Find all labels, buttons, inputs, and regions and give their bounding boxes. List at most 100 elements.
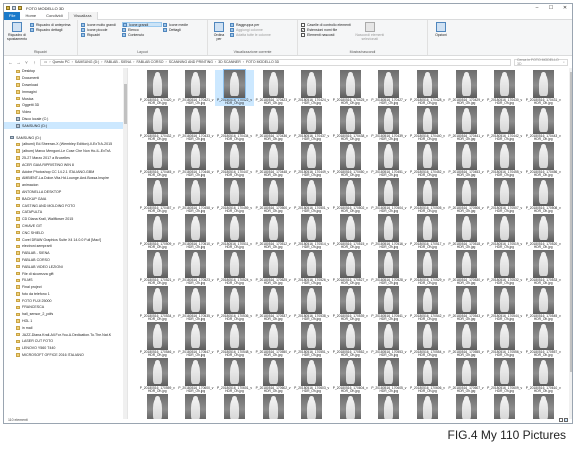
nav-item-folder[interactable]: 25-27 Marzo 2017 a Bruxelles [4,155,127,162]
content-scrollbar-thumb[interactable] [569,72,572,372]
layout-content[interactable]: Contenuto [122,32,162,37]
nav-item-folder[interactable]: JAZZ-Diana.Krall-All.For.You.A.Dedicatio… [4,331,127,338]
file-item[interactable]: P_20180516_170502_vHDR_On.jpg [331,178,370,214]
file-item[interactable]: P_20180516_170521_vHDR_On.jpg [138,250,177,286]
file-item[interactable]: P_20180516_170456_vHDR_On.jpg [524,142,563,178]
nav-item-folder[interactable]: File di sicurezza gift [4,270,127,277]
layout-tiles[interactable]: Riquadri [81,32,121,37]
file-item[interactable]: P_20180516_170525_vHDR_On.jpg [254,250,293,286]
file-item[interactable]: P_20180516_170519_vHDR_On.jpg [485,214,524,250]
file-item[interactable]: P_20180516_170421_vHDR_On.jpg [177,70,216,106]
nav-item-quick[interactable]: SAMSUNG (D:) [4,122,127,130]
file-item[interactable]: P_20180516_170431_vHDR_On.jpg [524,70,563,106]
file-item[interactable]: P_20180516_170554_vHDR_On.jpg [408,322,447,358]
file-item[interactable]: P_20180516_170508_vHDR_On.jpg [524,178,563,214]
tab-view[interactable]: Visualizza [67,11,98,20]
file-item[interactable]: P_20180516_170432_vHDR_On.jpg [138,106,177,142]
details-view-icon[interactable] [559,418,563,422]
file-item[interactable]: P_20180516_170512_vHDR_On.jpg [254,214,293,250]
file-item[interactable]: P_20180516_170621_vHDR_On.jpg [485,394,524,419]
file-item[interactable]: P_20180516_170453_vHDR_On.jpg [447,142,486,178]
file-item[interactable]: P_20180516_170429_vHDR_On.jpg [447,70,486,106]
nav-item-folder[interactable]: FOTO FUJI 25000 [4,297,127,304]
nav-item-folder[interactable]: Corel DRAW Graphics Suite X4 14.0.0 Full… [4,236,127,243]
nav-item-folder[interactable]: LASER CUT FOTO [4,338,127,345]
file-item[interactable]: P_20180516_170448_vHDR_On.jpg [254,142,293,178]
details-pane-button[interactable]: Riquadro dettagli [30,27,70,32]
breadcrumb-item[interactable]: SCANNING AND PRINTING [169,60,213,64]
file-item[interactable]: P_20180516_170446_vHDR_On.jpg [177,142,216,178]
item-checkboxes-toggle[interactable]: Caselle di controllo elementi [301,22,351,27]
tab-home[interactable]: Home [20,12,41,20]
recent-chevron-icon[interactable]: ˅ [24,60,29,65]
file-item[interactable]: P_20180516_170547_vHDR_On.jpg [177,322,216,358]
nav-item-folder[interactable]: HGL 1 [4,318,127,325]
file-item[interactable]: P_20180516_170510_vHDR_On.jpg [177,214,216,250]
file-item[interactable]: P_20180516_170604_vHDR_On.jpg [331,358,370,394]
file-item[interactable]: P_20180516_170515_vHDR_On.jpg [331,214,370,250]
fit-columns-button[interactable]: Adatta tutte le colonne [230,32,271,37]
file-item[interactable]: P_20180516_170420_vHDR_On.jpg [138,70,177,106]
file-item[interactable]: P_20180516_170523_vHDR_On.jpg [177,250,216,286]
file-item[interactable]: P_20180516_170528_vHDR_On.jpg [370,250,409,286]
nav-item-quick[interactable]: Immagini [4,88,127,95]
nav-item-quick[interactable]: Desktop [4,68,127,75]
file-item[interactable]: P_20180516_170553_vHDR_On.jpg [370,322,409,358]
tab-file[interactable]: File [4,11,21,20]
breadcrumb-item[interactable]: FABLAB - SIENA [104,60,131,64]
file-item[interactable]: P_20180516_170616_vHDR_On.jpg [331,394,370,419]
nav-item-folder[interactable]: LENOVO Y560 T440 [4,345,127,352]
file-item[interactable]: P_20180516_170425_vHDR_On.jpg [331,70,370,106]
nav-item-folder[interactable]: (albumi) Ed.Sheeran-X (Wembley Edition)-… [4,141,127,148]
file-item[interactable]: P_20180516_170506_vHDR_On.jpg [447,178,486,214]
close-button[interactable]: ✕ [558,4,572,12]
forward-arrow-icon[interactable]: → [16,60,21,65]
file-item[interactable]: P_20180516_170504_vHDR_On.jpg [370,178,409,214]
file-item[interactable]: P_20180516_170501_vHDR_On.jpg [292,178,331,214]
file-item[interactable]: P_20180516_170451_vHDR_On.jpg [370,142,409,178]
nav-item-quick[interactable]: Video [4,109,127,116]
file-item[interactable]: P_20180516_170541_vHDR_On.jpg [370,286,409,322]
nav-item-folder[interactable]: hall_sensor_2_pdfs [4,311,127,318]
nav-item-folder[interactable]: foto da telefono 1 [4,291,127,298]
hide-selected-button[interactable]: Nascondi elementi selezionati [355,22,385,41]
file-item[interactable]: P_20180516_170440_vHDR_On.jpg [408,106,447,142]
nav-item-folder[interactable]: CASTING AND MOLDING FOTO [4,202,127,209]
file-item[interactable]: P_20180516_170524_vHDR_On.jpg [215,250,254,286]
nav-item-folder[interactable]: CNC SHIELD [4,229,127,236]
file-item[interactable]: P_20180516_170548_vHDR_On.jpg [215,322,254,358]
nav-item-quick[interactable]: Musica [4,95,127,102]
nav-item-quick[interactable]: Disco locale (C:) [4,116,127,123]
file-item[interactable]: P_20180516_170436_vHDR_On.jpg [254,106,293,142]
file-item[interactable]: P_20180516_170514_vHDR_On.jpg [292,214,331,250]
file-item[interactable]: P_20180516_170445_vHDR_On.jpg [138,142,177,178]
file-item[interactable]: P_20180516_170534_vHDR_On.jpg [138,286,177,322]
sort-by-button[interactable]: Ordina per [211,22,227,41]
nav-item-folder[interactable]: FILMS [4,277,127,284]
content-scrollbar[interactable] [569,68,572,419]
nav-item-folder[interactable]: BACKUP GAIA [4,195,127,202]
file-item[interactable]: P_20180516_170527_vHDR_On.jpg [331,250,370,286]
file-item[interactable]: P_20180516_170611_vHDR_On.jpg [138,394,177,419]
file-item[interactable]: P_20180516_170516_vHDR_On.jpg [370,214,409,250]
file-item[interactable]: P_20180516_170543_vHDR_On.jpg [447,286,486,322]
nav-item-quick[interactable]: Oggetti 3D [4,102,127,109]
nav-item-folder[interactable]: CHIAVE GIT [4,223,127,230]
file-item[interactable]: P_20180516_170457_vHDR_On.jpg [138,178,177,214]
search-box[interactable]: Cerca in FOTO MODELLO 3D ⌕ [514,58,568,66]
nav-item-folder[interactable]: FABLAB CORSO [4,257,127,264]
file-item[interactable]: P_20180516_170529_vHDR_On.jpg [408,250,447,286]
preview-pane-button[interactable]: Riquadro di anteprima [30,22,70,27]
nav-drive-root[interactable]: SAMSUNG (D:) [4,134,127,141]
file-item[interactable]: P_20180516_170545_vHDR_On.jpg [524,286,563,322]
file-item[interactable]: P_20180516_170439_vHDR_On.jpg [370,106,409,142]
file-item[interactable]: P_20180516_170505_vHDR_On.jpg [408,178,447,214]
file-item[interactable]: P_20180516_170535_vHDR_On.jpg [177,286,216,322]
file-item[interactable]: P_20180516_170455_vHDR_On.jpg [485,142,524,178]
file-item[interactable]: P_20180516_170609_vHDR_On.jpg [485,358,524,394]
file-item[interactable]: P_20180516_170607_vHDR_On.jpg [447,358,486,394]
file-item[interactable]: P_20180516_170537_vHDR_On.jpg [254,286,293,322]
file-item[interactable]: P_20180516_170441_vHDR_On.jpg [447,106,486,142]
nav-item-folder[interactable]: FABLAB VIDEO LEZIONI [4,263,127,270]
file-item[interactable]: P_20180516_170612_vHDR_On.jpg [177,394,216,419]
